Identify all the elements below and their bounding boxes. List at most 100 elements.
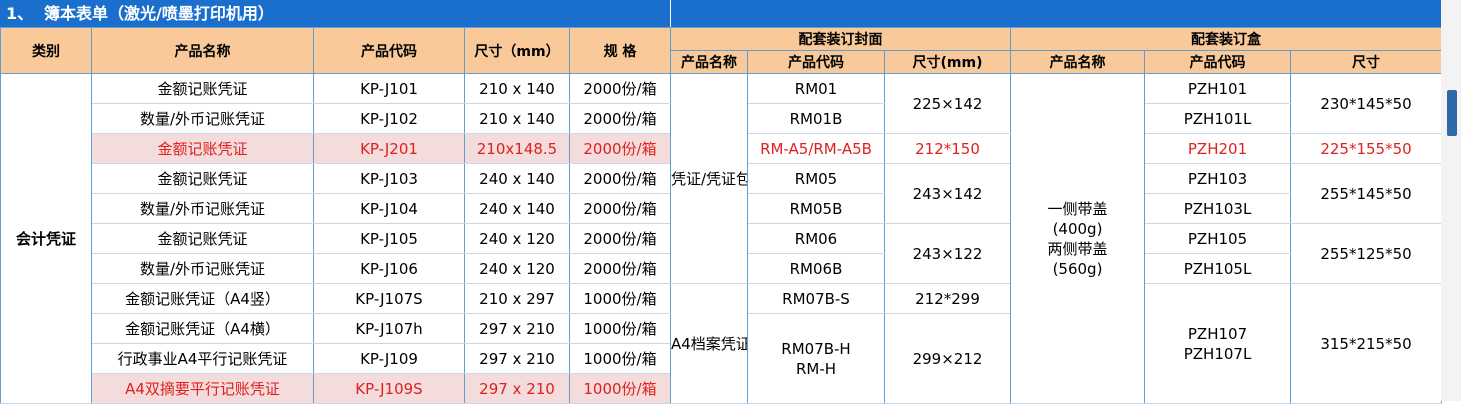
product-code-cell[interactable]: KP-J103 <box>313 163 465 194</box>
product-code-cell[interactable]: KP-J109S <box>313 373 465 404</box>
box-code-cell[interactable]: PZH103 <box>1144 163 1292 194</box>
cover-size-cell[interactable]: 243×122 <box>883 223 1012 284</box>
product-code-cell[interactable]: KP-J101 <box>313 73 465 104</box>
spec-cell[interactable]: 2000份/箱 <box>569 253 671 284</box>
product-name-cell[interactable]: 金额记账凭证（A4横） <box>91 313 314 344</box>
box-code-cell[interactable]: PZH105L <box>1144 253 1292 284</box>
box-code-cell[interactable]: PZH105 <box>1144 223 1292 254</box>
header-cover-size: 尺寸(mm) <box>883 50 1012 74</box>
cover-name-text: 凭证/凭证包角 <box>671 169 747 188</box>
section-title-bar-fill <box>671 0 1441 27</box>
box-code-cell[interactable]: PZH101L <box>1144 103 1292 134</box>
cover-name-cell-2[interactable]: A4档案凭证包角 <box>670 283 748 404</box>
header-product-code: 产品代码 <box>313 27 465 74</box>
product-code-cell[interactable]: KP-J105 <box>313 223 465 254</box>
product-name-cell[interactable]: 数量/外币记账凭证 <box>91 103 314 134</box>
product-name-cell[interactable]: 金额记账凭证 <box>91 223 314 254</box>
cover-size-cell[interactable]: 243×142 <box>883 163 1012 224</box>
box-size-cell[interactable]: 255*145*50 <box>1290 163 1443 224</box>
size-cell[interactable]: 240 x 120 <box>464 223 570 254</box>
cover-name-cell-1[interactable]: 凭证/凭证包角 <box>670 73 748 284</box>
spec-cell[interactable]: 2000份/箱 <box>569 133 671 164</box>
spec-cell[interactable]: 2000份/箱 <box>569 163 671 194</box>
cover-size-cell[interactable]: 225×142 <box>883 73 1012 134</box>
size-cell[interactable]: 210 x 140 <box>464 103 570 134</box>
product-name-cell[interactable]: 金额记账凭证 <box>91 163 314 194</box>
vertical-scrollbar[interactable] <box>1441 0 1461 401</box>
box-size-cell[interactable]: 230*145*50 <box>1290 73 1443 134</box>
box-size-cell[interactable]: 315*215*50 <box>1290 283 1443 404</box>
size-cell[interactable]: 210 x 297 <box>464 283 570 314</box>
cover-code-cell[interactable]: RM06 <box>747 223 885 254</box>
header-cover-name: 产品名称 <box>670 50 748 74</box>
size-cell[interactable]: 297 x 210 <box>464 373 570 404</box>
category-cell[interactable]: 会计凭证 <box>0 73 92 404</box>
product-code-cell[interactable]: KP-J104 <box>313 193 465 224</box>
cover-size-cell[interactable]: 212*299 <box>883 283 1012 314</box>
box-code-cell[interactable]: PZH101 <box>1144 73 1292 104</box>
product-code-cell[interactable]: KP-J109 <box>313 343 465 374</box>
product-code-cell[interactable]: KP-J102 <box>313 103 465 134</box>
cover-size-cell[interactable]: 212*150 <box>883 133 1012 164</box>
spec-cell[interactable]: 2000份/箱 <box>569 73 671 104</box>
cover-code-cell[interactable]: RM-A5/RM-A5B <box>747 133 885 164</box>
size-cell[interactable]: 210 x 140 <box>464 73 570 104</box>
table-row: 金额记账凭证（A4竖） KP-J107S 210 x 297 1000份/箱 A… <box>1 283 1443 404</box>
header-box-size: 尺寸 <box>1290 50 1443 74</box>
header-box-code: 产品代码 <box>1144 50 1292 74</box>
section-title-bar: 1、 簿本表单（激光/喷墨打印机用） <box>0 0 670 27</box>
section-number: 1、 <box>6 4 34 23</box>
cover-code-cell[interactable]: RM05 <box>747 163 885 194</box>
box-name-line: 两侧带盖 <box>1047 239 1108 258</box>
cover-code-cell[interactable]: RM06B <box>747 253 885 284</box>
box-code-line: PZH107L <box>1183 344 1252 363</box>
box-size-cell[interactable]: 255*125*50 <box>1290 223 1443 284</box>
box-code-cell[interactable]: PZH103L <box>1144 193 1292 224</box>
cover-code-line: RM07B-H <box>781 339 851 358</box>
product-name-cell[interactable]: 金额记账凭证 <box>91 133 314 164</box>
size-cell[interactable]: 240 x 140 <box>464 193 570 224</box>
box-name-line: 一侧带盖 <box>1047 199 1108 218</box>
size-cell[interactable]: 297 x 210 <box>464 313 570 344</box>
product-code-cell[interactable]: KP-J107h <box>313 313 465 344</box>
cover-name-text: A4档案凭证包角 <box>671 334 747 353</box>
product-name-cell[interactable]: 金额记账凭证 <box>91 73 314 104</box>
product-code-cell[interactable]: KP-J201 <box>313 133 465 164</box>
table-row: 会计凭证 金额记账凭证 KP-J101 210 x 140 2000份/箱 凭证… <box>0 73 1443 404</box>
size-cell[interactable]: 240 x 120 <box>464 253 570 284</box>
spec-cell[interactable]: 2000份/箱 <box>569 103 671 134</box>
size-cell[interactable]: 210x148.5 <box>464 133 570 164</box>
product-code-cell[interactable]: KP-J106 <box>313 253 465 284</box>
cover-code-cell[interactable]: RM01B <box>747 103 885 134</box>
header-spec: 规 格 <box>569 27 671 74</box>
scrollbar-thumb[interactable] <box>1447 90 1457 136</box>
size-cell[interactable]: 297 x 210 <box>464 343 570 374</box>
header-cover-code: 产品代码 <box>747 50 885 74</box>
header-size: 尺寸（mm） <box>464 27 570 74</box>
box-size-cell[interactable]: 225*155*50 <box>1290 133 1443 164</box>
product-name-cell[interactable]: 金额记账凭证（A4竖） <box>91 283 314 314</box>
box-name-cell[interactable]: 一侧带盖 (400g) 两侧带盖 (560g) <box>1010 73 1146 404</box>
box-name-line: (560g) <box>1052 259 1103 278</box>
product-code-cell[interactable]: KP-J107S <box>313 283 465 314</box>
box-code-cell[interactable]: PZH201 <box>1144 133 1292 164</box>
spec-cell[interactable]: 2000份/箱 <box>569 193 671 224</box>
product-table: 类别 产品名称 产品代码 尺寸（mm） 规 格 配套装订封面 配套装订盒 产品名… <box>0 27 1443 404</box>
spec-cell[interactable]: 1000份/箱 <box>569 283 671 314</box>
header-product-name: 产品名称 <box>91 27 314 74</box>
cover-size-cell[interactable]: 299×212 <box>883 313 1012 404</box>
product-name-cell[interactable]: 行政事业A4平行记账凭证 <box>91 343 314 374</box>
spec-cell[interactable]: 1000份/箱 <box>569 343 671 374</box>
product-name-cell[interactable]: 数量/外币记账凭证 <box>91 253 314 284</box>
product-name-cell[interactable]: 数量/外币记账凭证 <box>91 193 314 224</box>
spec-cell[interactable]: 1000份/箱 <box>569 313 671 344</box>
cover-code-cell-multi[interactable]: RM07B-H RM-H <box>747 313 885 404</box>
size-cell[interactable]: 240 x 140 <box>464 163 570 194</box>
spec-cell[interactable]: 1000份/箱 <box>569 373 671 404</box>
product-name-cell[interactable]: A4双摘要平行记账凭证 <box>91 373 314 404</box>
cover-code-cell[interactable]: RM01 <box>747 73 885 104</box>
cover-code-cell[interactable]: RM05B <box>747 193 885 224</box>
spec-cell[interactable]: 2000份/箱 <box>569 223 671 254</box>
cover-code-cell[interactable]: RM07B-S <box>747 283 885 314</box>
box-code-cell-multi[interactable]: PZH107 PZH107L <box>1144 283 1292 404</box>
